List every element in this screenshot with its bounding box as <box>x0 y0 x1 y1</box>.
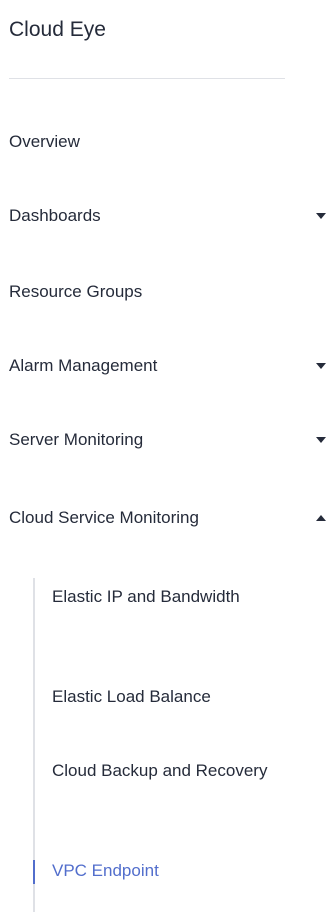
sidebar-item-cloud-service-monitoring[interactable]: Cloud Service Monitoring <box>9 496 331 540</box>
submenu-item-label: Cloud Backup and Recovery <box>52 761 268 780</box>
sidebar-item-label: Server Monitoring <box>9 430 144 449</box>
active-indicator <box>33 860 35 884</box>
chevron-down-icon[interactable] <box>316 363 326 369</box>
sidebar-item-label: Cloud Service Monitoring <box>9 508 199 527</box>
chevron-down-icon[interactable] <box>316 213 326 219</box>
app-title: Cloud Eye <box>9 18 106 41</box>
submenu-item-label: Elastic IP and Bandwidth <box>52 587 240 606</box>
chevron-down-icon[interactable] <box>316 437 326 443</box>
submenu-item-elastic-load-balance[interactable]: Elastic Load Balance <box>33 680 331 714</box>
sidebar-item-label: Resource Groups <box>9 282 143 301</box>
sidebar-item-overview[interactable]: Overview <box>9 120 331 164</box>
submenu-item-elastic-ip[interactable]: Elastic IP and Bandwidth <box>33 580 331 614</box>
submenu-item-label: VPC Endpoint <box>52 861 159 880</box>
sidebar-item-dashboards[interactable]: Dashboards <box>9 194 331 238</box>
submenu-item-cloud-backup[interactable]: Cloud Backup and Recovery <box>33 754 331 788</box>
sidebar-item-resource-groups[interactable]: Resource Groups <box>9 270 331 314</box>
sidebar-item-server-monitoring[interactable]: Server Monitoring <box>9 418 331 462</box>
chevron-up-icon[interactable] <box>316 515 326 521</box>
sidebar-item-label: Overview <box>9 132 80 151</box>
sidebar-item-alarm-management[interactable]: Alarm Management <box>9 344 331 388</box>
sidebar-item-label: Dashboards <box>9 206 101 225</box>
submenu-item-vpc-endpoint[interactable]: VPC Endpoint <box>33 854 331 888</box>
sidebar-item-label: Alarm Management <box>9 356 158 375</box>
cloud-service-submenu: Elastic IP and Bandwidth Elastic Load Ba… <box>33 578 331 912</box>
title-divider <box>9 78 285 79</box>
sidebar-nav: Cloud Eye Overview Dashboards Resource G… <box>0 0 331 914</box>
submenu-item-label: Elastic Load Balance <box>52 687 211 706</box>
